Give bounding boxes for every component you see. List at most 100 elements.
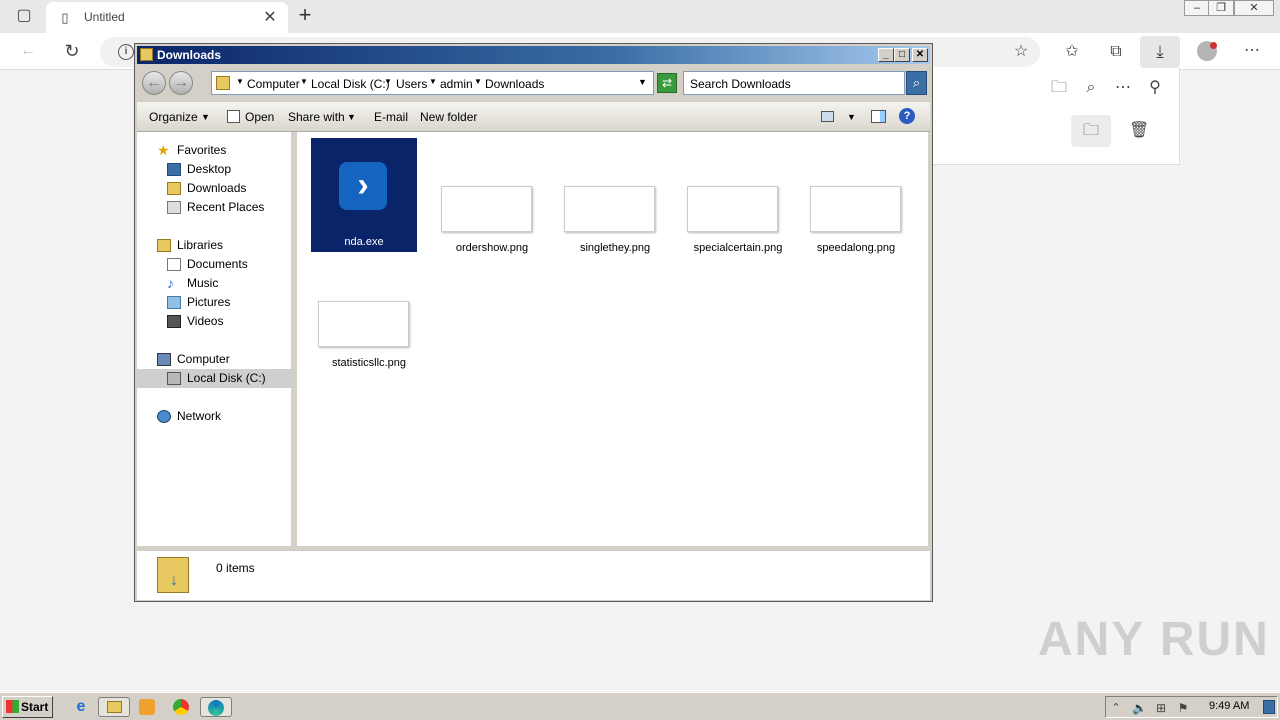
back-icon[interactable]: ←	[18, 41, 38, 61]
recent-places-icon	[167, 201, 181, 214]
nav-item-videos[interactable]: Videos	[137, 312, 294, 331]
details-pane: ↓ 0 items	[137, 550, 930, 600]
profile-avatar[interactable]	[1197, 41, 1217, 61]
nav-network[interactable]: Network	[137, 407, 294, 426]
help-icon[interactable]: ?	[899, 108, 915, 124]
new-tab-button[interactable]: +	[294, 4, 316, 26]
search-icon[interactable]: ⌕	[906, 71, 927, 95]
watermark: ANY RUN	[1038, 613, 1270, 666]
back-button[interactable]: ←	[142, 71, 166, 95]
explorer-taskbar-button[interactable]	[98, 697, 130, 717]
restore-button[interactable]: ❐	[1208, 0, 1234, 16]
tab-title: Untitled	[84, 10, 125, 24]
forward-button[interactable]: →	[169, 71, 193, 95]
new-folder-button[interactable]: New folder	[420, 110, 477, 124]
nav-item-recent-places[interactable]: Recent Places	[137, 198, 294, 217]
chevron-down-icon[interactable]: ▼	[384, 77, 392, 86]
close-tab-icon[interactable]: ✕	[260, 8, 280, 28]
info-icon[interactable]: i	[118, 44, 134, 60]
volume-icon[interactable]: 🔈	[1132, 698, 1147, 718]
downloads-button[interactable]: ⤓	[1140, 36, 1180, 68]
breadcrumb-chevron-icon[interactable]: ▼	[236, 77, 244, 86]
views-icon[interactable]	[821, 111, 834, 122]
chevron-down-icon[interactable]: ▼	[474, 77, 482, 86]
nav-item-music[interactable]: ♪ Music	[137, 274, 294, 293]
file-name: nda.exe	[344, 236, 384, 248]
browser-tab-bar: ▢ ▯ Untitled ✕ + – ❐ ✕	[0, 0, 1280, 33]
media-player-icon[interactable]	[135, 697, 159, 717]
delete-button[interactable]: 🗑	[1119, 115, 1159, 147]
breadcrumb-computer[interactable]: Computer	[247, 77, 300, 91]
minimize-button[interactable]: –	[1184, 0, 1210, 16]
location-folder-icon	[216, 76, 230, 90]
close-button[interactable]: ✕	[912, 48, 928, 62]
history-dropdown-icon[interactable]: ▼	[638, 77, 647, 87]
share-with-button[interactable]: Share with	[288, 110, 345, 124]
breadcrumb-local-disk[interactable]: Local Disk (C:)	[311, 77, 390, 91]
edge-taskbar-button[interactable]	[200, 697, 232, 717]
clock[interactable]: 9:49 AM	[1209, 700, 1249, 712]
file-item-statisticsllc[interactable]: statisticsllc.png	[294, 253, 444, 369]
views-dropdown-icon[interactable]: ▼	[847, 112, 856, 122]
breadcrumb-downloads[interactable]: Downloads	[485, 77, 544, 91]
nav-libraries[interactable]: Libraries	[137, 236, 294, 255]
share-dropdown-icon[interactable]: ▼	[347, 112, 356, 122]
item-count: 0 items	[216, 561, 255, 575]
tab-actions-icon[interactable]: ▢	[14, 6, 34, 26]
preview-pane-icon[interactable]	[871, 110, 886, 123]
taskbar: Start e ⌃ 🔈 ⊞ ⚑ 9:49 AM	[0, 692, 1280, 720]
file-item-nda-exe[interactable]: › nda.exe	[311, 138, 417, 252]
flag-icon[interactable]: ⚑	[1176, 698, 1190, 718]
more-options-icon[interactable]: ⋯	[1113, 78, 1133, 98]
nav-favorites[interactable]: ★ Favorites	[137, 141, 294, 160]
collections-icon[interactable]: ⧉	[1106, 42, 1126, 62]
minimize-button[interactable]: _	[878, 48, 894, 62]
more-icon[interactable]: ⋯	[1242, 41, 1262, 61]
notification-dot	[1210, 42, 1217, 49]
nav-item-documents[interactable]: Documents	[137, 255, 294, 274]
videos-icon	[167, 315, 181, 328]
address-bar[interactable]: ▼ Computer ▼ Local Disk (C:) ▼ Users ▼ a…	[211, 71, 654, 95]
nav-item-downloads[interactable]: Downloads	[137, 179, 294, 198]
image-thumbnail	[687, 186, 778, 232]
nav-item-local-disk[interactable]: Local Disk (C:)	[137, 369, 294, 388]
open-folder-icon[interactable]: 🗀	[1049, 78, 1069, 98]
chevron-down-icon[interactable]: ▼	[429, 77, 437, 86]
organize-button[interactable]: Organize	[149, 110, 198, 124]
computer-icon	[157, 353, 171, 366]
add-favorite-icon[interactable]: ☆	[1011, 42, 1031, 62]
back-arrow-icon: ←	[146, 74, 162, 91]
explorer-titlebar[interactable]: Downloads _ □ ✕	[137, 46, 930, 64]
close-window-button[interactable]: ✕	[1234, 0, 1274, 16]
chevron-down-icon[interactable]: ▼	[300, 77, 308, 86]
file-item-speedalong[interactable]: speedalong.png	[786, 138, 936, 254]
show-in-folder-button[interactable]: 🗀	[1071, 115, 1111, 147]
nav-item-pictures[interactable]: Pictures	[137, 293, 294, 312]
tab-untitled[interactable]: ▯ Untitled ✕	[46, 2, 288, 33]
email-button[interactable]: E-mail	[374, 110, 408, 124]
show-hidden-icons[interactable]: ⌃	[1110, 698, 1122, 718]
show-desktop-icon[interactable]	[1263, 700, 1275, 714]
file-name: speedalong.png	[816, 242, 896, 254]
breadcrumb-admin[interactable]: admin	[440, 77, 473, 91]
ie-icon[interactable]: e	[69, 697, 93, 717]
chrome-icon[interactable]	[169, 697, 193, 717]
open-button[interactable]: Open	[245, 110, 274, 124]
search-field[interactable]: Search Downloads	[683, 71, 905, 95]
refresh-icon[interactable]: ↻	[62, 41, 82, 61]
nav-computer[interactable]: Computer	[137, 350, 294, 369]
nav-label: Computer	[177, 352, 230, 366]
nav-item-desktop[interactable]: Desktop	[137, 160, 294, 179]
system-tray: ⌃ 🔈 ⊞ ⚑ 9:49 AM	[1105, 696, 1278, 718]
favorites-icon[interactable]: ✩	[1062, 42, 1082, 62]
organize-dropdown-icon[interactable]: ▼	[201, 112, 210, 122]
breadcrumb-users[interactable]: Users	[396, 77, 427, 91]
network-tray-icon[interactable]: ⊞	[1154, 698, 1168, 718]
maximize-button[interactable]: □	[894, 48, 910, 62]
start-button[interactable]: Start	[2, 696, 53, 718]
search-icon[interactable]: ⌕	[1081, 78, 1101, 98]
refresh-icon[interactable]: ⇄	[657, 73, 677, 93]
pin-icon[interactable]: ⚲	[1145, 78, 1165, 98]
command-bar: Organize ▼ Open Share with ▼ E-mail New …	[137, 102, 930, 132]
file-list: › nda.exe ordershow.png singlethey.png s…	[297, 132, 928, 546]
